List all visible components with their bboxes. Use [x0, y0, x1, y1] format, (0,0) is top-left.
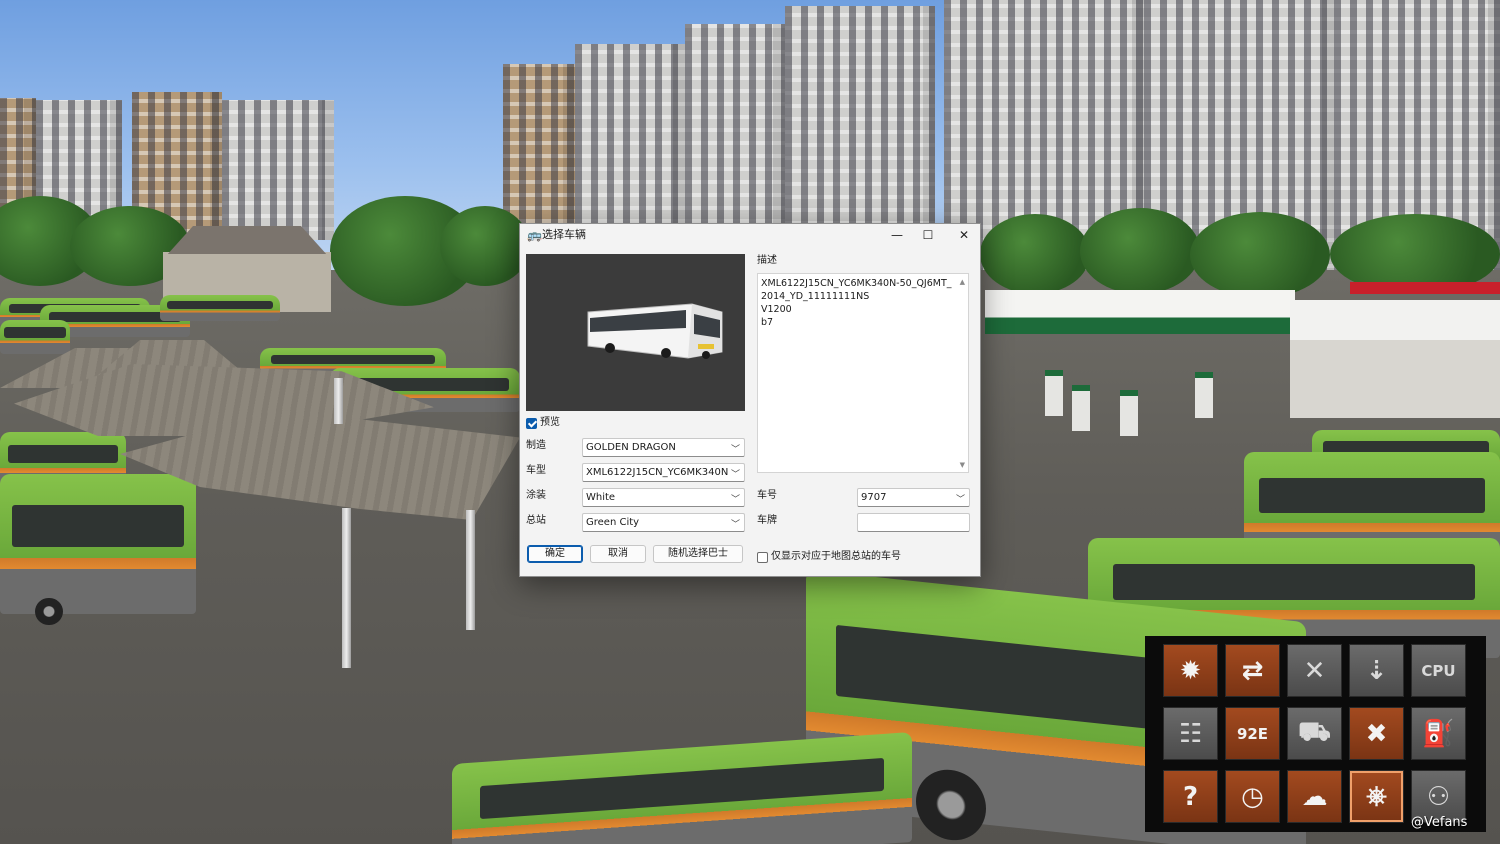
palette-tool-6[interactable]: ☷: [1163, 707, 1218, 760]
car-traffic-icon: ⛟: [1298, 716, 1331, 747]
select-vehicle-dialog: 🚌 选择车辆 — ☐ ✕ 预览 制造 GOLDEN DRAGON ﹀ 车型 XM…: [519, 223, 981, 577]
model-label: 车型: [526, 465, 546, 476]
tower-building: [222, 100, 334, 240]
palette-tool-9[interactable]: ✖: [1349, 707, 1404, 760]
shelter-pole: [466, 510, 475, 630]
bus-disabled-icon: ✕: [1303, 655, 1326, 686]
palette-tool-7[interactable]: 92E: [1225, 707, 1280, 760]
manufacturer-value: GOLDEN DRAGON: [586, 442, 676, 453]
palette-tool-8[interactable]: ⛟: [1287, 707, 1342, 760]
parked-bus: [0, 474, 196, 626]
preview-checkbox-row[interactable]: 预览: [526, 416, 560, 430]
bus-lights-icon: ✹: [1179, 655, 1202, 686]
fuel-icon: ⛽: [1422, 718, 1455, 749]
bus-preview-model: [587, 303, 723, 359]
watermark: @Vefans: [1411, 815, 1468, 830]
manufacturer-label: 制造: [526, 440, 546, 451]
palette-tool-11[interactable]: ?: [1163, 770, 1218, 823]
chevron-down-icon: ﹀: [730, 445, 740, 455]
bus-number-label: 车号: [757, 490, 777, 501]
livery-label: 涂装: [526, 490, 546, 501]
bus-number-select[interactable]: 9707 ﹀: [857, 488, 970, 507]
description-label: 描述: [757, 255, 777, 266]
preview-checkbox[interactable]: [526, 417, 537, 429]
maximize-button[interactable]: ☐: [911, 224, 945, 246]
route-display-icon: 92E: [1236, 724, 1269, 743]
passenger-icon: ⚇: [1426, 781, 1451, 812]
tree: [1080, 208, 1200, 294]
palette-tool-13[interactable]: ☁: [1287, 770, 1342, 823]
timetable-icon: ☷: [1178, 718, 1203, 749]
shelter-pole: [334, 378, 343, 424]
palette-tool-12[interactable]: ◷: [1225, 770, 1280, 823]
manufacturer-select[interactable]: GOLDEN DRAGON ﹀: [582, 438, 745, 457]
tree: [1190, 212, 1330, 298]
shelter-pole: [342, 508, 351, 668]
model-value: XML6122J15CN_YC6MK340N-50_QJ6MT_2014_YD_…: [586, 467, 728, 478]
fuel-pump: [1045, 370, 1063, 416]
tree: [440, 206, 530, 286]
steering-wheel-icon: ⎈: [1366, 781, 1387, 811]
description-textarea[interactable]: XML6122J15CN_YC6MK340N-50_QJ6MT_2014_YD_…: [757, 273, 969, 473]
bus-lower-icon: ⇣: [1365, 655, 1388, 686]
filter-checkbox-row[interactable]: 仅显示对应于地图总站的车号: [757, 550, 901, 564]
plate-label: 车牌: [757, 515, 777, 526]
scroll-down-icon[interactable]: ▼: [960, 461, 965, 469]
close-button[interactable]: ✕: [947, 224, 981, 246]
dialog-title: 选择车辆: [542, 228, 586, 241]
description-text: XML6122J15CN_YC6MK340N-50_QJ6MT_2014_YD_…: [761, 278, 952, 328]
title-bar[interactable]: 🚌 选择车辆 — ☐ ✕: [520, 224, 980, 246]
bus-transfer-icon: ⇄: [1241, 655, 1264, 686]
parked-bus: [0, 320, 70, 354]
preview-label: 预览: [540, 417, 560, 428]
palette-tool-1[interactable]: ✹: [1163, 644, 1218, 697]
gas-station-shop: [1290, 300, 1500, 418]
fuel-pump: [1195, 372, 1213, 418]
chevron-down-icon: ﹀: [730, 470, 740, 480]
tree: [980, 214, 1090, 294]
depot-label: 总站: [526, 515, 546, 526]
scroll-up-icon[interactable]: ▲: [960, 278, 965, 286]
bus-app-icon: 🚌: [527, 228, 542, 242]
bus-number-value: 9707: [861, 492, 887, 503]
fuel-pump: [1072, 385, 1090, 431]
palette-tool-5[interactable]: CPU: [1411, 644, 1466, 697]
bus-cpu-icon: CPU: [1421, 661, 1456, 680]
palette-tool-14[interactable]: ⎈: [1349, 770, 1404, 823]
filter-checkbox[interactable]: [757, 551, 768, 563]
clock-icon: ◷: [1241, 781, 1264, 812]
minimize-button[interactable]: —: [880, 224, 914, 246]
livery-value: White: [586, 492, 616, 503]
chevron-down-icon: ﹀: [730, 495, 740, 505]
plate-input[interactable]: [857, 513, 970, 532]
help-icon: ?: [1182, 781, 1199, 812]
ok-button[interactable]: 确定: [527, 545, 583, 563]
parked-bus: [160, 295, 280, 321]
filter-checkbox-label: 仅显示对应于地图总站的车号: [771, 551, 901, 562]
livery-select[interactable]: White ﹀: [582, 488, 745, 507]
palette-tool-10[interactable]: ⛽: [1411, 707, 1466, 760]
model-select[interactable]: XML6122J15CN_YC6MK340N-50_QJ6MT_2014_YD_…: [582, 463, 745, 482]
weather-icon: ☁: [1301, 781, 1328, 812]
palette-tool-3[interactable]: ✕: [1287, 644, 1342, 697]
tools-icon: ✖: [1365, 718, 1388, 749]
gas-station-canopy: [985, 282, 1500, 334]
random-bus-button[interactable]: 随机选择巴士: [653, 545, 743, 563]
palette-tool-4[interactable]: ⇣: [1349, 644, 1404, 697]
depot-select[interactable]: Green City ﹀: [582, 513, 745, 532]
cancel-button[interactable]: 取消: [590, 545, 646, 563]
fuel-pump: [1120, 390, 1138, 436]
depot-value: Green City: [586, 517, 640, 528]
palette-tool-2[interactable]: ⇄: [1225, 644, 1280, 697]
chevron-down-icon: ﹀: [730, 520, 740, 530]
chevron-down-icon: ﹀: [955, 495, 965, 505]
vehicle-preview: [526, 254, 745, 411]
tool-palette: ✹ ⇄ ✕ ⇣ CPU ☷ 92E ⛟ ✖ ⛽? ◷ ☁ ⎈ ⚇: [1145, 636, 1486, 832]
